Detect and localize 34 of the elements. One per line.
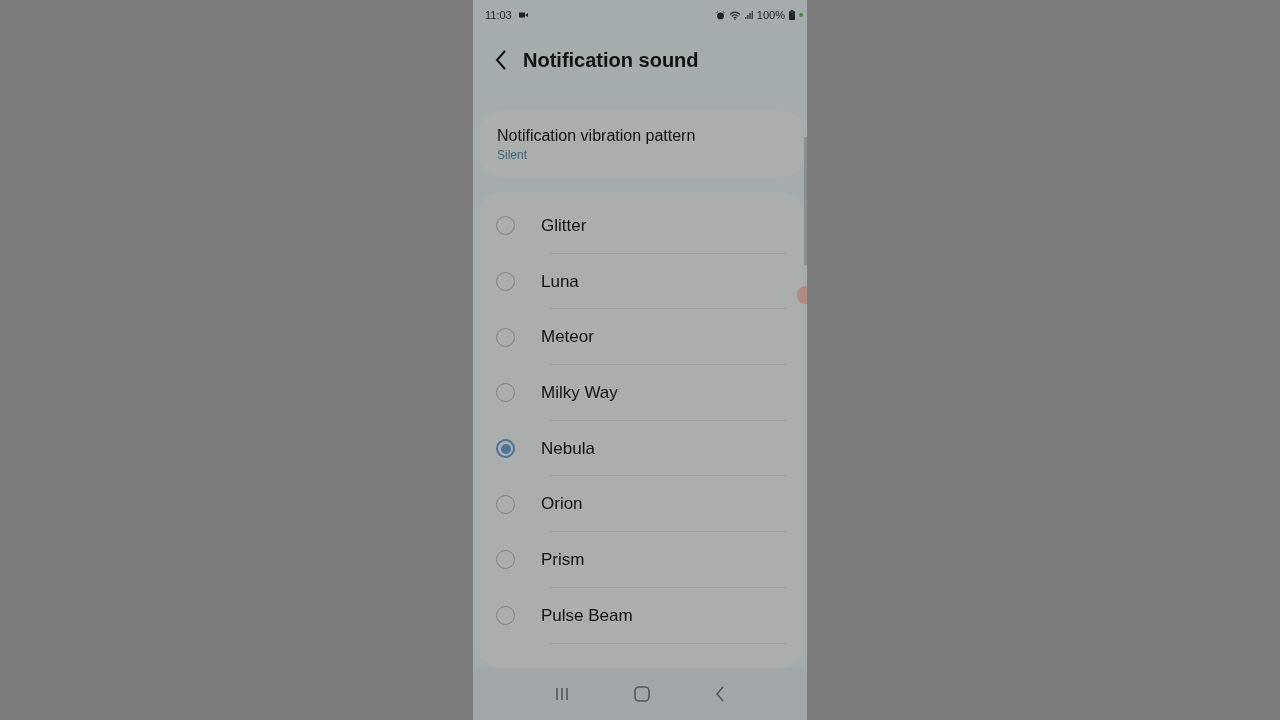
battery-percent: 100% [756,9,785,21]
home-icon [634,686,650,702]
sound-option[interactable]: Nebula [479,420,803,477]
sound-option[interactable]: Prism [479,532,803,588]
status-dot-icon [799,13,803,17]
sound-option[interactable]: Pulse Beam [479,587,803,644]
radio-button[interactable] [496,439,515,459]
back-button[interactable] [495,50,507,70]
back-icon [495,50,507,70]
sound-name: Glitter [541,215,587,236]
sound-name: Pulse Beam [541,605,633,626]
sound-option[interactable]: Glitter [479,198,803,254]
item-value: Silent [497,147,529,162]
sound-option[interactable]: Orion [479,476,803,533]
item-title: Notification vibration pattern [497,126,697,145]
sound-name: Nebula [541,438,595,459]
sound-name: Prism [541,549,585,570]
page-title: Notification sound [523,48,699,72]
sound-option[interactable]: Luna [479,253,803,310]
sound-option[interactable]: Meteor [479,309,803,366]
signal-icon [744,11,753,19]
vibration-pattern-item[interactable]: Notification vibration pattern Silent [479,110,803,178]
status-time: 11:03 [485,9,512,21]
recent-apps-icon [555,687,570,701]
back-icon [714,686,725,702]
video-camera-icon [518,12,528,18]
battery-icon [789,10,795,20]
wifi-icon [728,10,741,20]
sound-name: Meteor [541,327,594,348]
sound-name: Milky Way [541,382,618,403]
sound-option[interactable]: Milky Way [479,365,803,421]
sound-name: Luna [541,271,579,292]
sound-name: Orion [541,494,583,515]
alarm-icon [715,10,725,20]
